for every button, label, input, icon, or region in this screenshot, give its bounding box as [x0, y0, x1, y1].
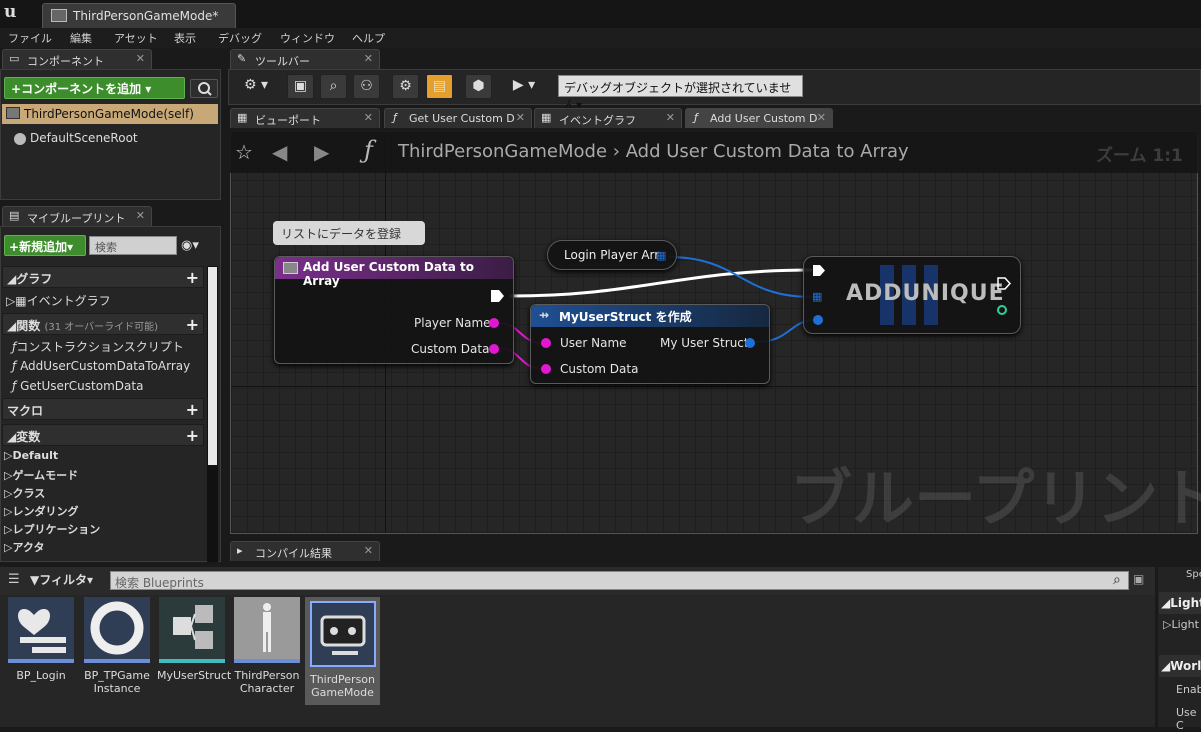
pin-player-name[interactable]: [489, 318, 499, 328]
array-pin-icon[interactable]: ▦: [656, 249, 666, 262]
game-instance-icon: [84, 597, 150, 663]
close-icon[interactable]: ✕: [364, 544, 373, 557]
pin-my-user-struct-out[interactable]: [745, 338, 755, 348]
details-panel: [1158, 567, 1201, 727]
asset-tile-selected[interactable]: ThirdPerson GameMode: [305, 597, 380, 705]
asset-label: BP_Login: [16, 669, 66, 682]
asset-tile[interactable]: ThirdPerson Character: [232, 597, 302, 707]
variable-node-label: Login Player Arr: [564, 248, 660, 262]
variable-get-node[interactable]: Login Player Arr ▦: [547, 240, 677, 270]
index-out-pin[interactable]: [997, 305, 1007, 315]
bp-login-icon: [8, 597, 74, 663]
struct-icon: ⇸: [539, 308, 550, 322]
struct-icon: [159, 597, 225, 663]
gamemode-icon: [309, 601, 376, 667]
tab-compile-results-label: コンパイル結果: [255, 547, 332, 560]
details-section[interactable]: ◢World: [1159, 655, 1201, 677]
details-row-label: Enab: [1176, 683, 1201, 696]
asset-label: GameMode: [311, 686, 374, 699]
list-icon[interactable]: ☰: [8, 572, 20, 587]
asset-tile[interactable]: BP_Login: [6, 597, 76, 707]
entry-icon: [283, 262, 298, 274]
pin-user-name-in[interactable]: [541, 338, 551, 348]
pin-label-custom-data: Custom Data: [411, 342, 490, 356]
details-label: Spe: [1186, 569, 1201, 580]
exec-in-pin[interactable]: [812, 264, 826, 277]
add-unique-node[interactable]: ADDUNIQUE: [803, 256, 1021, 334]
asset-tile[interactable]: MyUserStruct: [157, 597, 232, 707]
asset-label: MyUserStruct: [157, 669, 232, 682]
add-unique-title: ADDUNIQUE: [846, 281, 1005, 306]
exec-out-pin[interactable]: [490, 289, 506, 303]
details-row-label: Use C: [1176, 706, 1197, 732]
array-wire: [667, 256, 813, 298]
pin-custom-data[interactable]: [489, 344, 499, 354]
pin-label-my-user-struct: My User Struct: [660, 336, 749, 350]
make-node-header: ⇸ MyUserStruct を作成: [531, 305, 769, 327]
asset-label: Instance: [93, 682, 141, 695]
details-section[interactable]: ◢Light: [1159, 592, 1201, 614]
asset-label: ThirdPerson: [309, 673, 376, 686]
details-row[interactable]: ▷Light: [1163, 618, 1199, 631]
comment-text: リストにデータを登録: [281, 227, 402, 241]
asset-label: Character: [239, 682, 295, 695]
search-icon[interactable]: ⌕: [1113, 572, 1121, 588]
pin-custom-data-in[interactable]: [541, 364, 551, 374]
pin-label-user-name: User Name: [560, 336, 627, 350]
content-search-input[interactable]: 検索 Blueprints: [110, 571, 1129, 590]
character-icon: [234, 597, 300, 663]
pin-label-custom-data-in: Custom Data: [560, 362, 639, 376]
item-in-pin[interactable]: [813, 315, 823, 325]
pin-label-player-name: Player Name: [414, 316, 491, 330]
exec-out-pin[interactable]: [997, 277, 1011, 290]
details-section-label: World: [1170, 659, 1201, 673]
details-row-label: Light: [1171, 618, 1199, 631]
array-in-pin[interactable]: ▦: [812, 290, 822, 303]
entry-node-title: Add User Custom Data to Array: [303, 260, 474, 288]
comment-bubble[interactable]: リストにデータを登録: [273, 221, 425, 245]
filter-button[interactable]: ▼フィルタ▾: [30, 571, 104, 589]
details-section-label: Light: [1170, 596, 1201, 610]
asset-tile[interactable]: BP_TPGame Instance: [82, 597, 152, 707]
filter-icon: ▼: [30, 573, 40, 587]
save-search-icon[interactable]: ▣: [1133, 572, 1144, 586]
exec-wire: [509, 268, 813, 298]
entry-node-header: Add User Custom Data to Array: [275, 257, 513, 288]
tab-compile-results[interactable]: ▸ コンパイル結果 ✕: [230, 541, 380, 561]
filter-label: フィルタ: [39, 573, 87, 587]
make-node-title: MyUserStruct を作成: [559, 310, 692, 324]
asset-label: BP_TPGame: [84, 669, 150, 682]
asset-label: ThirdPerson: [234, 669, 300, 682]
compile-results-icon: ▸: [237, 544, 243, 557]
